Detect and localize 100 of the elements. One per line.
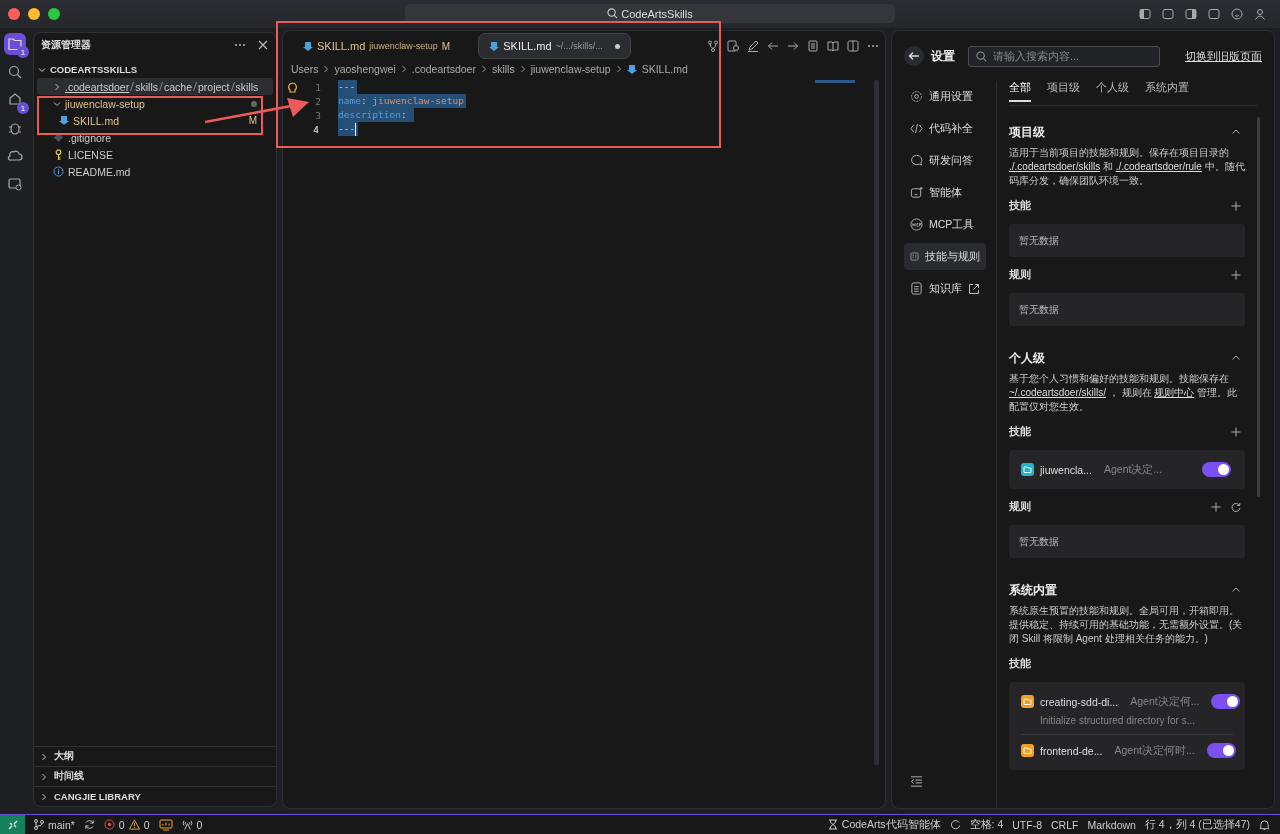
toggle-switch[interactable] bbox=[1202, 462, 1231, 477]
collapse-menu-icon[interactable] bbox=[910, 775, 923, 788]
split-editor-icon[interactable] bbox=[847, 40, 859, 52]
layout-icon[interactable] bbox=[1139, 8, 1151, 20]
breadcrumb[interactable]: yaoshengwei bbox=[334, 63, 396, 75]
monitor-icon[interactable] bbox=[158, 818, 173, 831]
status-item[interactable]: Markdown bbox=[1087, 818, 1136, 831]
account-icon[interactable] bbox=[1254, 8, 1266, 20]
nav-item[interactable]: 通用设置 bbox=[904, 83, 986, 110]
layout-icon[interactable] bbox=[1185, 8, 1197, 20]
branch-icon[interactable] bbox=[707, 40, 719, 52]
breadcrumb[interactable]: jiuwenclaw-setup bbox=[530, 63, 611, 75]
close-icon[interactable] bbox=[258, 40, 268, 50]
path-link[interactable]: ~/.codeartsdoer/skills/ bbox=[1009, 387, 1106, 398]
problems-status[interactable]: 0 0 bbox=[103, 818, 150, 831]
nav-item[interactable]: 技能与规则 bbox=[904, 243, 986, 270]
tree-item[interactable]: .codeartsdoer skills cache project skills bbox=[37, 78, 273, 95]
trigger-mode: Agent决定何... bbox=[1130, 694, 1200, 709]
nav-item[interactable]: 智能体 bbox=[904, 179, 986, 206]
arrow-left-icon[interactable] bbox=[767, 40, 779, 52]
ports-status[interactable]: 0 bbox=[181, 818, 203, 831]
document-icon[interactable] bbox=[807, 40, 819, 52]
empty-state: 暂无数据 bbox=[1009, 525, 1245, 558]
add-icon[interactable] bbox=[1231, 427, 1241, 437]
close-window-button[interactable] bbox=[8, 8, 20, 20]
section-header[interactable]: 时间线 bbox=[34, 766, 276, 786]
status-item[interactable]: 空格: 4 bbox=[969, 817, 1004, 832]
filter-tab[interactable]: 个人级 bbox=[1096, 81, 1129, 100]
editor-tab[interactable]: SKILL.md ~/.../skills/... bbox=[478, 33, 631, 59]
editor-tab[interactable]: SKILL.md jiuwenclaw-setup M bbox=[293, 34, 461, 58]
empty-state: 暂无数据 bbox=[1009, 224, 1245, 257]
layout-icon[interactable] bbox=[1162, 8, 1174, 20]
command-center[interactable]: CodeArtsSkills bbox=[405, 4, 895, 23]
folder-icon bbox=[7, 36, 23, 52]
add-icon[interactable] bbox=[1231, 201, 1241, 211]
download-arrow-icon bbox=[626, 63, 637, 75]
section-header[interactable]: CANGJIE LIBRARY bbox=[34, 786, 276, 806]
tree-item[interactable]: .gitignore bbox=[37, 129, 273, 146]
refresh-icon[interactable] bbox=[949, 819, 961, 830]
workspace-root[interactable]: CODEARTSSKILLS bbox=[50, 64, 138, 75]
book-icon[interactable] bbox=[827, 40, 839, 52]
chevron-down-icon[interactable] bbox=[38, 65, 46, 74]
breadcrumb[interactable]: SKILL.md bbox=[641, 63, 688, 75]
path-link[interactable]: ./.codeartsdoer/skills bbox=[1009, 161, 1101, 172]
tree-item[interactable]: README.md bbox=[37, 163, 273, 180]
breadcrumb[interactable]: skills bbox=[491, 63, 515, 75]
refresh-icon[interactable] bbox=[1231, 502, 1241, 512]
nav-item[interactable]: MCP工具 bbox=[904, 211, 986, 238]
compare-icon[interactable] bbox=[727, 40, 739, 52]
line-number: 1 bbox=[314, 81, 321, 93]
remote-button[interactable] bbox=[0, 815, 25, 834]
lightbulb-icon[interactable] bbox=[287, 82, 298, 94]
activity-button[interactable]: 1 bbox=[4, 33, 26, 55]
back-button[interactable] bbox=[904, 46, 924, 66]
smiley-icon[interactable] bbox=[1231, 8, 1243, 20]
back-arrow-icon bbox=[908, 50, 920, 62]
nav-item[interactable]: 知识库 bbox=[904, 275, 986, 302]
filter-tab[interactable]: 系统内置 bbox=[1145, 81, 1189, 100]
status-item[interactable]: UTF-8 bbox=[1012, 818, 1043, 831]
pencil-icon[interactable] bbox=[747, 40, 759, 52]
arrow-right-icon[interactable] bbox=[787, 40, 799, 52]
path-link[interactable]: ./.codeartsdoer/rule bbox=[1115, 161, 1202, 172]
group-title: 规则 bbox=[1009, 268, 1032, 282]
switch-link[interactable]: 切换到旧版页面 bbox=[1185, 48, 1262, 64]
skill-name: creating-sdd-di... bbox=[1040, 695, 1119, 708]
file-name: .gitignore bbox=[68, 131, 113, 144]
search-field[interactable]: 请输入搜索内容... bbox=[968, 45, 1160, 67]
more-icon[interactable] bbox=[234, 43, 246, 47]
status-item[interactable]: 行 4，列 4 (已选择47) bbox=[1144, 817, 1250, 832]
path-link[interactable]: 规则中心 bbox=[1154, 387, 1195, 398]
layout-icon[interactable] bbox=[1208, 8, 1220, 20]
toggle-switch[interactable] bbox=[1206, 743, 1236, 758]
tree-item[interactable]: jiuwenclaw-setup bbox=[37, 95, 273, 112]
add-icon[interactable] bbox=[1211, 502, 1221, 512]
maximize-window-button[interactable] bbox=[48, 8, 60, 20]
bell-icon[interactable] bbox=[1259, 818, 1270, 831]
minimize-window-button[interactable] bbox=[28, 8, 40, 20]
toggle-switch[interactable] bbox=[1211, 694, 1241, 709]
more-icon[interactable] bbox=[867, 44, 879, 48]
scrollbar[interactable] bbox=[874, 80, 879, 765]
status-item[interactable]: CRLF bbox=[1051, 818, 1079, 831]
breadcrumb[interactable]: Users bbox=[291, 63, 319, 75]
skill-description: Initialize structured directory for s... bbox=[1040, 715, 1197, 726]
nav-item[interactable]: 研发问答 bbox=[904, 147, 986, 174]
tree-item[interactable]: LICENSE bbox=[37, 146, 273, 163]
section-header[interactable]: 大纲 bbox=[34, 746, 276, 766]
branch-status[interactable]: main* bbox=[34, 818, 75, 831]
sync-icon[interactable] bbox=[83, 819, 95, 830]
branch-icon bbox=[34, 819, 44, 830]
scrollbar[interactable] bbox=[1257, 117, 1260, 497]
house-icon bbox=[7, 92, 23, 108]
nav-item[interactable]: 代码补全 bbox=[904, 115, 986, 142]
tree-item[interactable]: SKILL.md M bbox=[37, 112, 273, 129]
activity-button[interactable]: 1 bbox=[4, 89, 26, 111]
search-icon bbox=[7, 64, 23, 80]
filter-tab[interactable]: 全部 bbox=[1009, 81, 1031, 102]
add-icon[interactable] bbox=[1231, 270, 1241, 280]
status-item[interactable]: CodeArts代码智能体 bbox=[827, 817, 941, 832]
filter-tab[interactable]: 项目级 bbox=[1047, 81, 1080, 100]
breadcrumb[interactable]: .codeartsdoer bbox=[411, 63, 476, 75]
